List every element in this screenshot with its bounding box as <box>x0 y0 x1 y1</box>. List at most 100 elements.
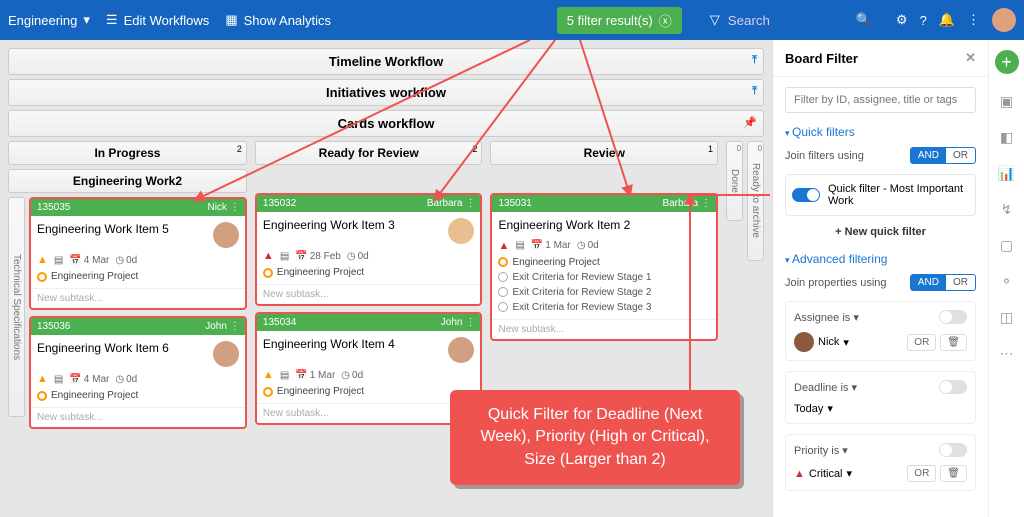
card-135036[interactable]: 135036John⋮ Engineering Work Item 6 ▲▤📅4… <box>29 316 247 429</box>
card-menu-icon[interactable]: ⋮ <box>230 321 239 332</box>
toggle-off-icon[interactable] <box>939 380 967 394</box>
workflow-cards[interactable]: Cards workflow📌 <box>8 110 764 137</box>
workflow-timeline[interactable]: Timeline Workflow⤒ <box>8 48 764 75</box>
subcolumn-engineering-work[interactable]: Engineering Work2 <box>8 169 247 193</box>
new-subtask-input[interactable]: New subtask... <box>257 284 481 304</box>
edit-workflows-button[interactable]: ☰ Edit Workflows <box>106 12 209 28</box>
clear-filters-button[interactable]: ⓧ <box>659 11 672 30</box>
priority-high-icon: ▲ <box>37 254 48 266</box>
search-icon[interactable]: 🔍 <box>856 12 872 28</box>
column-ready-review[interactable]: Ready for Review2 <box>255 141 483 165</box>
more-icon[interactable]: ⋮ <box>967 12 980 28</box>
search-input[interactable] <box>728 13 848 28</box>
card-assignee: John <box>205 321 227 332</box>
new-quick-filter-button[interactable]: New quick filter <box>785 226 976 238</box>
exit-criteria-item[interactable]: Exit Criteria for Review Stage 1 <box>498 272 710 283</box>
top-bar: Engineering ▾ ☰ Edit Workflows ▦ Show An… <box>0 0 1024 40</box>
pin-icon[interactable]: 📌 <box>743 116 757 129</box>
card-id: 135036 <box>37 321 70 332</box>
rail-icon-7[interactable]: ◫ <box>998 308 1016 326</box>
size-icon: ▤ <box>54 255 63 266</box>
card-id: 135032 <box>263 198 296 209</box>
or-button[interactable]: OR <box>907 334 936 351</box>
assignee-avatar[interactable] <box>448 337 474 363</box>
toggle-off-icon[interactable] <box>939 443 967 457</box>
filter-assignee: Assignee is ▾ Nick ▾OR🗑 <box>785 301 976 361</box>
filter-search-input[interactable] <box>785 87 976 113</box>
new-subtask-input[interactable]: New subtask... <box>31 288 245 308</box>
card-menu-icon[interactable]: ⋮ <box>465 317 474 328</box>
show-analytics-button[interactable]: ▦ Show Analytics <box>225 12 331 28</box>
toggle-off-icon[interactable] <box>939 310 967 324</box>
checkbox-icon[interactable] <box>498 302 508 312</box>
panel-title: Board Filter <box>785 51 858 66</box>
new-subtask-input[interactable]: New subtask... <box>257 403 481 423</box>
card-assignee: Barbara <box>427 198 463 209</box>
project-label: Engineering Project <box>277 386 364 397</box>
filter-value[interactable]: Today <box>794 403 823 415</box>
clock-icon: ◷ <box>115 374 124 385</box>
and-or-toggle[interactable]: ANDOR <box>910 147 976 164</box>
assignee-avatar[interactable] <box>213 341 239 367</box>
filter-results-badge: 5 filter result(s) ⓧ <box>557 7 682 34</box>
filter-icon: ▽ <box>710 12 720 28</box>
toggle-on-icon[interactable] <box>792 188 820 202</box>
quick-filter-most-important[interactable]: Quick filter - Most Important Work <box>785 174 976 216</box>
workflow-initiatives[interactable]: Initiatives workflow⤒ <box>8 79 764 106</box>
bell-icon[interactable]: 🔔 <box>939 12 955 28</box>
filter-value[interactable]: Critical <box>809 468 843 480</box>
close-icon[interactable]: ✕ <box>965 50 976 66</box>
rail-icon-1[interactable]: ▣ <box>998 92 1016 110</box>
delete-icon[interactable]: 🗑 <box>940 465 967 482</box>
gear-icon[interactable]: ⚙ <box>896 12 908 28</box>
delete-icon[interactable]: 🗑 <box>940 334 967 351</box>
pin-icon[interactable]: ⤒ <box>752 85 757 98</box>
filter-value[interactable]: Nick <box>818 336 839 348</box>
project-dot-icon <box>37 391 47 401</box>
column-review[interactable]: Review1 <box>490 141 718 165</box>
priority-critical-icon: ▲ <box>263 250 274 262</box>
help-icon[interactable]: ? <box>920 13 927 28</box>
card-135031[interactable]: 135031Barbara⋮ Engineering Work Item 2 ▲… <box>490 193 718 341</box>
assignee-avatar[interactable] <box>213 222 239 248</box>
and-or-toggle[interactable]: ANDOR <box>910 274 976 291</box>
checkbox-icon[interactable] <box>498 272 508 282</box>
board-area: Timeline Workflow⤒ Initiatives workflow⤒… <box>0 40 772 517</box>
checkbox-icon[interactable] <box>498 287 508 297</box>
card-menu-icon[interactable]: ⋮ <box>701 198 710 209</box>
new-subtask-input[interactable]: New subtask... <box>492 319 716 339</box>
filter-priority: Priority is ▾ ▲Critical ▾OR🗑 <box>785 434 976 491</box>
card-menu-icon[interactable]: ⋮ <box>465 198 474 209</box>
rail-icon-3[interactable]: 📊 <box>998 164 1016 182</box>
column-done[interactable]: 0Done <box>726 141 743 221</box>
card-135032[interactable]: 135032Barbara⋮ Engineering Work Item 3 ▲… <box>255 193 483 306</box>
swimlane-tech-specs[interactable]: Technical Specifications <box>8 197 25 417</box>
pin-icon[interactable]: ⤒ <box>752 54 757 67</box>
advanced-filtering-section[interactable]: Advanced filtering <box>785 252 976 266</box>
rail-icon-6[interactable]: ⚬ <box>998 272 1016 290</box>
card-menu-icon[interactable]: ⋮ <box>230 202 239 213</box>
analytics-icon: ▦ <box>225 12 237 28</box>
rail-icon-5[interactable]: ▢ <box>998 236 1016 254</box>
exit-criteria-item[interactable]: Exit Criteria for Review Stage 2 <box>498 287 710 298</box>
add-button[interactable]: + <box>995 50 1019 74</box>
column-archive[interactable]: 0Ready to archive <box>747 141 764 261</box>
user-avatar[interactable] <box>992 8 1016 32</box>
search-box: ▽ 🔍 <box>710 12 872 28</box>
card-title: Engineering Work Item 6 <box>37 341 169 357</box>
rail-icon-2[interactable]: ◧ <box>998 128 1016 146</box>
priority-high-icon: ▲ <box>263 369 274 381</box>
card-135035[interactable]: 135035Nick⋮ Engineering Work Item 5 ▲▤📅4… <box>29 197 247 310</box>
rail-icon-more[interactable]: ⋯ <box>998 344 1016 362</box>
clock-icon: ◷ <box>115 255 124 266</box>
quick-filters-section[interactable]: Quick filters <box>785 125 976 139</box>
workspace-dropdown[interactable]: Engineering ▾ <box>8 12 90 28</box>
new-subtask-input[interactable]: New subtask... <box>31 407 245 427</box>
or-button[interactable]: OR <box>907 465 936 482</box>
rail-icon-4[interactable]: ↯ <box>998 200 1016 218</box>
card-135034[interactable]: 135034John⋮ Engineering Work Item 4 ▲▤📅1… <box>255 312 483 425</box>
exit-criteria-item[interactable]: Exit Criteria for Review Stage 3 <box>498 302 710 313</box>
column-in-progress[interactable]: In Progress2 <box>8 141 247 165</box>
size-icon: ▤ <box>280 251 289 262</box>
assignee-avatar[interactable] <box>448 218 474 244</box>
